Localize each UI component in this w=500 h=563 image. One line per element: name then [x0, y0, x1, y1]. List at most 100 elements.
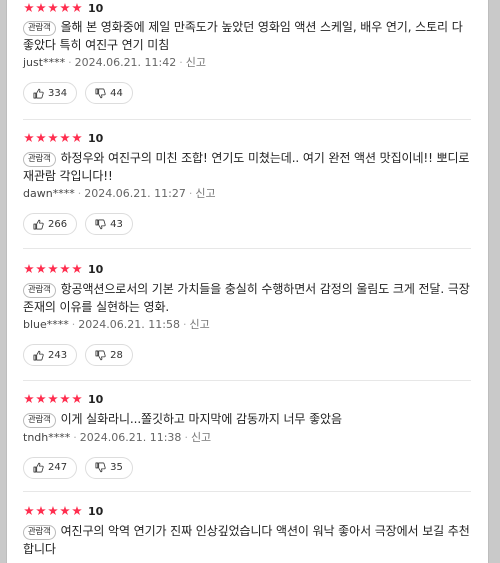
dislike-button[interactable]: 35	[85, 456, 133, 479]
star-icon: ★	[71, 261, 83, 276]
star-icon: ★	[23, 130, 35, 145]
star-icon: ★	[71, 0, 83, 15]
separator-dot: ·	[73, 430, 77, 444]
like-count: 247	[48, 462, 68, 473]
thumbs-down-icon	[95, 350, 106, 360]
star-icon: ★	[35, 130, 47, 145]
thumbs-down-icon	[95, 462, 106, 473]
separator-dot: ·	[68, 56, 72, 69]
divider	[23, 119, 471, 120]
separator-dot: ·	[184, 430, 188, 444]
review-text: 관람객 항공액션으로서의 기본 가치들을 충실히 수행하면서 감정의 울림도 크게…	[23, 281, 475, 316]
star-icon: ★	[47, 130, 59, 145]
review-item: ★ ★ ★ ★ ★ 10 관람객 이게 실화라니...쫄깃하고 마지막에 감동까지 너무 …	[23, 391, 475, 479]
rating-row: ★ ★ ★ ★ ★ 10	[23, 130, 475, 146]
review-meta: tndh**** · 2024.06.21. 11:38 · 신고	[23, 430, 475, 446]
star-icon: ★	[35, 391, 47, 406]
star-icon: ★	[59, 130, 71, 145]
star-icon: ★	[71, 391, 83, 406]
author-id: blue****	[23, 318, 69, 331]
review-date: 2024.06.21. 11:58	[78, 318, 180, 331]
star-icon: ★	[23, 261, 35, 276]
star-icon: ★	[47, 0, 59, 15]
rating-score: 10	[88, 131, 104, 145]
star-icon: ★	[47, 391, 59, 406]
thumbs-down-icon	[95, 219, 106, 229]
separator-dot: ·	[77, 187, 82, 200]
dislike-count: 44	[110, 87, 123, 99]
viewer-badge: 관람객	[23, 21, 56, 36]
star-icon: ★	[59, 503, 71, 518]
thumbs-up-icon	[33, 88, 44, 98]
report-link[interactable]: 신고	[195, 187, 215, 200]
star-icon: ★	[23, 503, 35, 518]
like-button[interactable]: 334	[23, 82, 78, 104]
review-text: 관람객 여진구의 악역 연기가 진짜 인상깊었습니다 액션이 워낙 좋아서 극장에…	[23, 523, 475, 558]
separator-dot: ·	[71, 318, 76, 331]
thumbs-up-icon	[33, 462, 44, 473]
star-icon: ★	[71, 503, 83, 518]
viewer-badge: 관람객	[23, 413, 56, 428]
star-icon: ★	[71, 130, 83, 145]
review-date: 2024.06.21. 11:27	[84, 187, 186, 200]
review-item: ★ ★ ★ ★ ★ 10 관람객 올해 본 영화중에 제일 만족도가 높았던 영화임 액션…	[23, 0, 475, 104]
star-rating: ★ ★ ★ ★ ★	[23, 0, 83, 15]
vote-actions: 243 28	[23, 344, 475, 366]
like-button[interactable]: 247	[23, 456, 78, 479]
like-count: 266	[48, 218, 68, 230]
vote-actions: 247 35	[23, 456, 475, 479]
separator-dot: ·	[179, 56, 183, 69]
review-content: 하정우와 여진구의 미친 조합! 연기도 미쳤는데.. 여기 완전 액션 맛집이…	[23, 151, 470, 183]
report-link[interactable]: 신고	[189, 318, 209, 331]
star-icon: ★	[59, 391, 71, 406]
rating-score: 10	[88, 392, 104, 406]
star-rating: ★ ★ ★ ★ ★	[23, 261, 83, 276]
dislike-button[interactable]: 44	[85, 82, 133, 104]
review-list: ★ ★ ★ ★ ★ 10 관람객 올해 본 영화중에 제일 만족도가 높았던 영화임 액션…	[6, 0, 489, 563]
review-item: ★ ★ ★ ★ ★ 10 관람객 항공액션으로서의 기본 가치들을 충실히 수행하면서 감…	[23, 261, 475, 366]
dislike-count: 43	[110, 218, 123, 230]
dislike-count: 28	[110, 349, 123, 361]
review-date: 2024.06.21. 11:38	[79, 430, 182, 444]
author-id: just****	[23, 56, 66, 69]
viewer-badge: 관람객	[23, 525, 56, 540]
review-content: 올해 본 영화중에 제일 만족도가 높았던 영화임 액션 스케일, 배우 연기,…	[23, 20, 463, 52]
rating-row: ★ ★ ★ ★ ★ 10	[23, 503, 475, 519]
star-rating: ★ ★ ★ ★ ★	[23, 391, 83, 406]
author-id: dawn****	[23, 187, 75, 200]
review-meta: blue**** · 2024.06.21. 11:58 · 신고	[23, 317, 475, 333]
rating-row: ★ ★ ★ ★ ★ 10	[23, 0, 475, 16]
star-icon: ★	[59, 261, 71, 276]
review-date: 2024.06.21. 11:42	[74, 56, 177, 69]
review-text: 관람객 하정우와 여진구의 미친 조합! 연기도 미쳤는데.. 여기 완전 액션 …	[23, 150, 475, 185]
viewer-badge: 관람객	[23, 283, 56, 298]
review-item: ★ ★ ★ ★ ★ 10 관람객 하정우와 여진구의 미친 조합! 연기도 미쳤는데.. …	[23, 130, 475, 235]
review-text: 관람객 올해 본 영화중에 제일 만족도가 높았던 영화임 액션 스케일, 배우 …	[23, 19, 475, 54]
star-rating: ★ ★ ★ ★ ★	[23, 503, 83, 518]
vote-actions: 334 44	[23, 82, 475, 104]
author-id: tndh****	[23, 430, 71, 444]
star-rating: ★ ★ ★ ★ ★	[23, 130, 83, 145]
like-button[interactable]: 243	[23, 344, 78, 366]
star-icon: ★	[35, 503, 47, 518]
dislike-count: 35	[110, 462, 123, 473]
rating-score: 10	[88, 262, 104, 276]
rating-row: ★ ★ ★ ★ ★ 10	[23, 391, 475, 407]
dislike-button[interactable]: 43	[85, 213, 133, 235]
viewer-badge: 관람객	[23, 152, 56, 167]
like-button[interactable]: 266	[23, 213, 78, 235]
divider	[23, 491, 471, 492]
thumbs-down-icon	[95, 88, 106, 98]
report-link[interactable]: 신고	[186, 56, 206, 69]
divider	[23, 248, 471, 249]
rating-score: 10	[88, 1, 104, 15]
star-icon: ★	[23, 0, 35, 15]
rating-row: ★ ★ ★ ★ ★ 10	[23, 261, 475, 277]
star-icon: ★	[35, 0, 47, 15]
star-icon: ★	[47, 503, 59, 518]
like-count: 243	[48, 349, 68, 361]
like-count: 334	[48, 87, 68, 99]
report-link[interactable]: 신고	[191, 431, 211, 444]
review-meta: dawn**** · 2024.06.21. 11:27 · 신고	[23, 186, 475, 202]
dislike-button[interactable]: 28	[85, 344, 133, 366]
